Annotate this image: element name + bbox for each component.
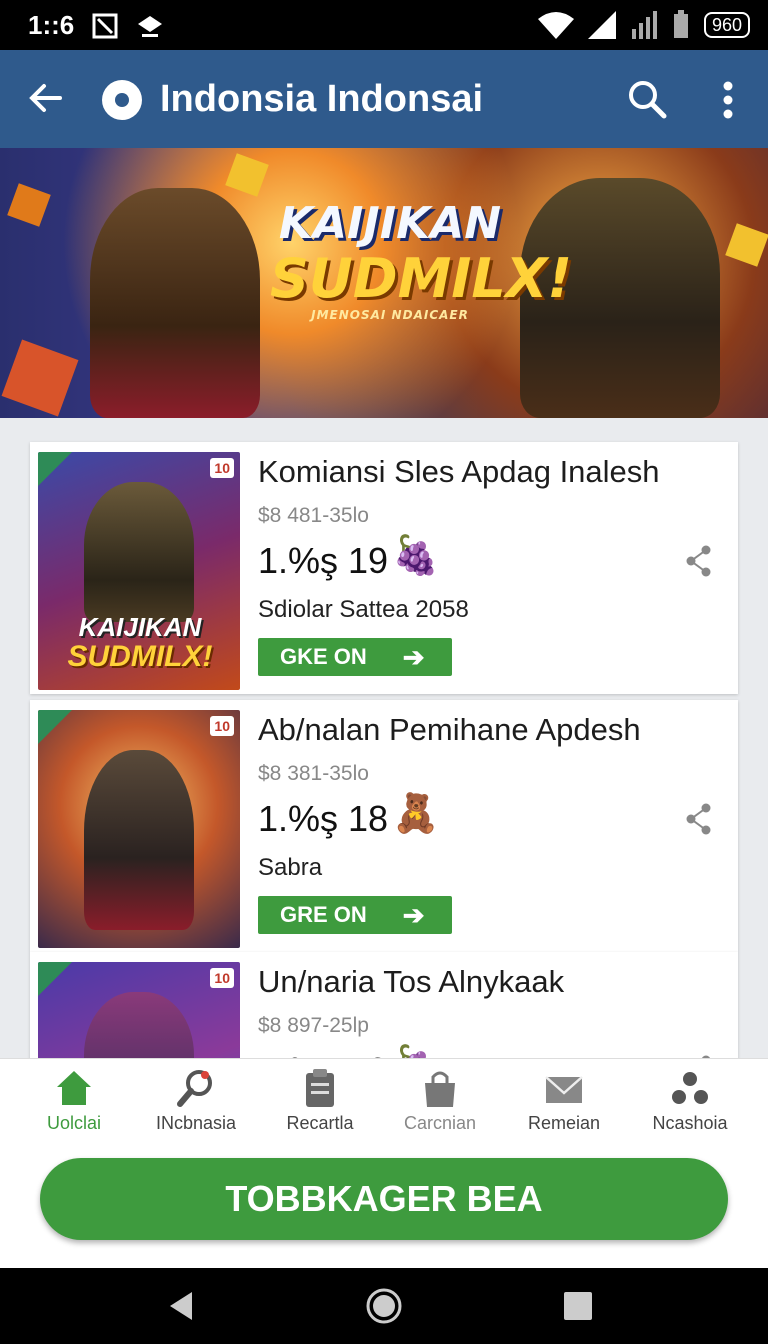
grapes-icon: 🍇	[392, 535, 440, 577]
arrow-right-icon: ➔	[402, 899, 425, 930]
page-title: Indonsia Indonsai	[160, 78, 484, 120]
teddy-bear-icon: 🧸	[392, 793, 440, 835]
home-icon	[57, 1071, 91, 1105]
thumb-rating-badge: 10	[210, 968, 234, 988]
search-icon	[177, 1070, 212, 1107]
cta-container: TOBBKAGER BEA	[0, 1148, 768, 1268]
banner-title: KAIJIKAN SUDMILX! JMENOSAI NDAICAER	[270, 198, 573, 322]
gem-decoration	[7, 183, 51, 227]
arrow-right-icon: ➔	[402, 641, 425, 672]
nav-label: Recartla	[286, 1113, 354, 1133]
banner-title-line1: KAIJIKAN	[278, 198, 502, 249]
product-thumbnail[interactable]: 10	[38, 710, 240, 948]
system-recents-icon[interactable]	[558, 1286, 598, 1326]
nav-label: Ncashoia	[652, 1113, 728, 1133]
nav-label: Uolclai	[46, 1113, 102, 1133]
system-home-icon[interactable]	[364, 1286, 404, 1326]
card-seller: Sdiolar Sattea 2058	[258, 596, 469, 623]
bottom-navigation: Uolclai INcbnasia Recartla Carcnian Reme…	[0, 1058, 768, 1149]
nav-item-records[interactable]: Recartla	[260, 1067, 380, 1134]
primary-cta-button[interactable]: TOBBKAGER BEA	[40, 1158, 728, 1240]
thumb-logo: KAIJIKAN SUDMILX!	[67, 612, 213, 673]
nav-item-home[interactable]: Uolclai	[14, 1067, 134, 1134]
get-on-button[interactable]: GKE ON ➔	[258, 638, 452, 676]
bag-icon	[425, 1071, 455, 1107]
notification-icon	[92, 13, 118, 38]
card-price: 1.%ş 19	[258, 540, 389, 581]
status-bar: 1::6 960	[0, 0, 768, 50]
hero-warrior-left	[90, 188, 260, 418]
card-price: 1.%ş 18	[258, 798, 389, 839]
gem-decoration	[1, 339, 79, 417]
nav-item-messages[interactable]: Remeian	[504, 1067, 624, 1134]
get-on-button[interactable]: GRE ON ➔	[258, 896, 452, 934]
product-card[interactable]: 10 KAIJIKAN SUDMILX! Komiansi Sles Apdag…	[30, 442, 738, 694]
product-card[interactable]: 10 Ab/nalan Pemihane Apdesh $8 381-35lo …	[30, 700, 738, 952]
card-subtitle: $8 381-35lo	[258, 762, 369, 785]
signal-icon	[587, 11, 616, 39]
logo-icon	[102, 80, 142, 120]
share-icon[interactable]	[684, 802, 714, 836]
nav-label: Carcnian	[403, 1113, 477, 1133]
card-title[interactable]: Ab/nalan Pemihane Apdesh	[258, 712, 641, 748]
system-navigation-bar	[0, 1268, 768, 1344]
more-vert-icon[interactable]	[722, 80, 734, 120]
app-bar: Indonsia Indonsai	[0, 50, 768, 148]
thumb-rating-badge: 10	[210, 458, 234, 478]
product-list: 10 KAIJIKAN SUDMILX! Komiansi Sles Apdag…	[0, 418, 768, 1058]
product-card[interactable]: 10 Un/naria Tos Alnykaak $8 897-25lp 1.%…	[30, 952, 738, 1058]
thumb-rating-badge: 10	[210, 716, 234, 736]
nav-item-search[interactable]: INcbnasia	[136, 1067, 256, 1134]
grapes-icon: 🍇	[392, 1042, 440, 1058]
card-seller: Sabra	[258, 854, 323, 881]
product-thumbnail[interactable]: 10 KAIJIKAN SUDMILX!	[38, 452, 240, 690]
thumb-corner-badge	[38, 452, 72, 486]
gem-decoration	[225, 153, 269, 197]
banner-title-line2: SUDMILX!	[270, 247, 573, 310]
nav-label: INcbnasia	[155, 1113, 237, 1133]
back-arrow-icon[interactable]	[26, 78, 66, 118]
wifi-icon	[537, 12, 574, 39]
search-icon[interactable]	[626, 78, 668, 120]
system-back-icon[interactable]	[162, 1286, 202, 1326]
status-time: 1::6	[28, 10, 75, 40]
card-subtitle: $8 481-35lo	[258, 504, 369, 527]
download-icon	[138, 15, 163, 37]
battery-level: 960	[703, 12, 750, 38]
product-thumbnail[interactable]: 10	[38, 962, 240, 1058]
battery-icon	[673, 10, 688, 38]
thumb-corner-badge	[38, 962, 72, 996]
nav-label: Remeian	[527, 1113, 601, 1133]
thumb-corner-badge	[38, 710, 72, 744]
thumb-warrior	[84, 750, 194, 930]
card-price: 1.%ş 19	[258, 1050, 388, 1058]
nav-item-cart[interactable]: Carcnian	[380, 1067, 500, 1134]
thumb-warrior	[84, 482, 194, 622]
banner-tagline: JMENOSAI NDAICAER	[311, 308, 469, 322]
nav-item-people[interactable]: Ncashoia	[630, 1067, 750, 1134]
card-title[interactable]: Un/naria Tos Alnykaak	[258, 964, 564, 1000]
gem-decoration	[725, 223, 768, 267]
card-title[interactable]: Komiansi Sles Apdag Inalesh	[258, 454, 660, 490]
promo-banner[interactable]: KAIJIKAN SUDMILX! JMENOSAI NDAICAER	[0, 148, 768, 418]
card-subtitle: $8 897-25lp	[258, 1014, 369, 1037]
people-icon	[672, 1072, 708, 1104]
signal-icon-2	[631, 11, 657, 39]
share-icon[interactable]	[684, 544, 714, 578]
clipboard-icon	[306, 1069, 334, 1107]
mail-icon	[545, 1076, 583, 1103]
thumb-warrior	[84, 992, 194, 1058]
